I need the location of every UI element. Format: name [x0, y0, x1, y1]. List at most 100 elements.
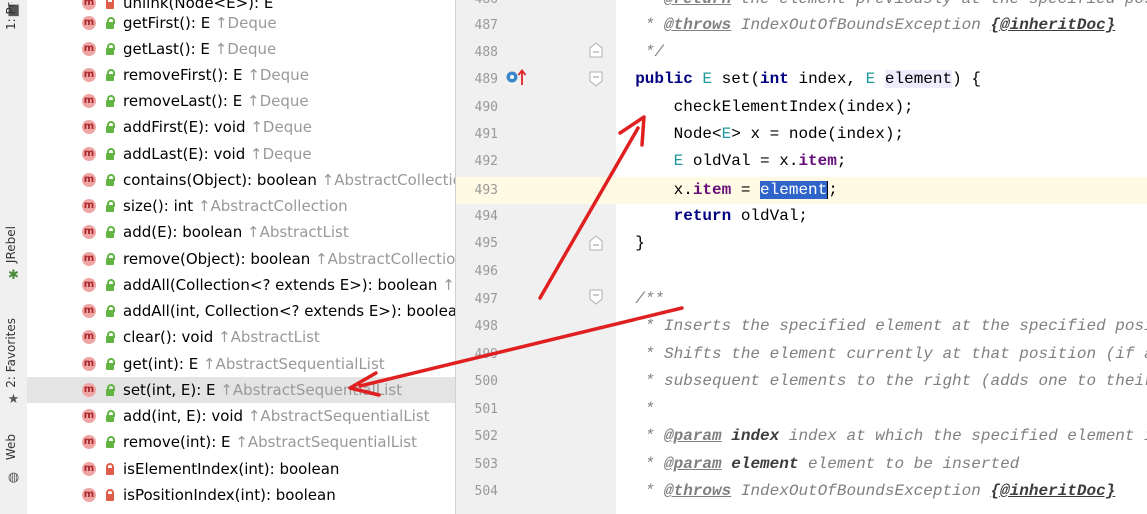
public-lock-icon: [104, 95, 116, 107]
method-icon: m: [82, 120, 96, 134]
private-lock-icon: [104, 489, 116, 501]
inherited-from: ↑Deque: [214, 14, 277, 32]
public-lock-icon: [104, 279, 116, 291]
star-icon: ★: [7, 392, 20, 407]
structure-item[interactable]: m add(E): boolean ↑AbstractList: [27, 219, 455, 245]
structure-item[interactable]: m addAll(int, Collection<? extends E>): b…: [27, 298, 455, 324]
structure-item[interactable]: m contains(Object): boolean ↑AbstractColl…: [27, 167, 455, 193]
web-tool-tab[interactable]: Web: [4, 434, 18, 460]
code-line-492: E oldVal = x.item;: [673, 152, 847, 170]
code-line-490: checkElementIndex(index);: [673, 98, 914, 116]
structure-item[interactable]: m getFirst(): E ↑Deque: [27, 10, 455, 36]
structure-item[interactable]: m addAll(Collection<? extends E>): boolea…: [27, 272, 455, 298]
line-number: 487: [474, 18, 498, 33]
fold-marker-start[interactable]: [589, 71, 603, 87]
code-line-500: * subsequent elements to the right (adds…: [644, 372, 1147, 390]
structure-item-label: set(int, E): E ↑AbstractSequentialList: [123, 381, 402, 399]
code-line-502: * @param index index at which the specif…: [616, 427, 1147, 445]
private-lock-icon: [104, 463, 116, 475]
code-line-495: }: [635, 234, 645, 252]
inherited-from: ↑AbstractSequentialList: [247, 407, 430, 425]
inherited-from: ↑Deque: [247, 92, 309, 110]
public-lock-icon: [104, 69, 116, 81]
structure-item[interactable]: m addLast(E): void ↑Deque: [27, 141, 455, 167]
structure-item[interactable]: m getLast(): E ↑Deque: [27, 36, 455, 62]
fold-marker-end[interactable]: [589, 42, 603, 58]
jrebel-icon: ✱: [8, 268, 19, 283]
override-marker[interactable]: [505, 69, 531, 87]
public-lock-icon: [104, 305, 116, 317]
line-number: 503: [474, 457, 498, 472]
structure-item[interactable]: m get(int): E ↑AbstractSequentialList: [27, 351, 455, 377]
structure-item[interactable]: m remove(int): E ↑AbstractSequentialList: [27, 429, 455, 455]
structure-panel: m unlink(Node<E>): E m getFirst(): E ↑Dequ…: [27, 0, 456, 514]
structure-item-label: addAll(int, Collection<? extends E>): bo…: [123, 302, 456, 320]
structure-item[interactable]: m isElementIndex(int): boolean: [27, 456, 455, 482]
public-lock-icon: [104, 43, 116, 55]
structure-item[interactable]: m addFirst(E): void ↑Deque: [27, 114, 455, 140]
code-line-488: */: [635, 43, 665, 61]
method-icon: m: [82, 357, 96, 371]
inherited-from: ↑Deque: [250, 118, 312, 136]
inherited-from: ↑AbstractList: [218, 328, 320, 346]
code-line-504: * @throws IndexOutOfBoundsException {@in…: [616, 482, 1116, 500]
structure-item[interactable]: m isPositionIndex(int): boolean: [27, 482, 455, 508]
line-number: 490: [474, 100, 498, 115]
inherited-from: ↑AbstractCollection: [315, 250, 456, 268]
method-icon: m: [82, 147, 96, 161]
code-editor[interactable]: * @return the element previously at the …: [616, 0, 1147, 514]
fold-marker-end[interactable]: [589, 235, 603, 251]
public-lock-icon: [104, 174, 116, 186]
method-icon: m: [82, 462, 96, 476]
line-number: 494: [474, 209, 498, 224]
inherited-from: ↑AbstractList: [247, 223, 349, 241]
structure-item[interactable]: m add(int, E): void ↑AbstractSequentialLi…: [27, 403, 455, 429]
structure-item[interactable]: m remove(Object): boolean ↑AbstractCollec…: [27, 246, 455, 272]
tool-window-strip: ▆ 1: Project ✱ JRebel 2: Favorites ★ Web…: [0, 0, 28, 514]
fold-marker-start[interactable]: [589, 289, 603, 305]
inherited-from: ↑AbstractSequentialList: [220, 381, 402, 399]
structure-item-label: addFirst(E): void ↑Deque: [123, 118, 312, 136]
structure-item[interactable]: m clear(): void ↑AbstractList: [27, 324, 455, 350]
structure-item-label: add(int, E): void ↑AbstractSequentialLis…: [123, 407, 430, 425]
jrebel-tool-tab[interactable]: JRebel: [4, 226, 18, 263]
method-icon: m: [82, 252, 96, 266]
inherited-from: ↑AbstractCollection: [197, 197, 348, 215]
public-lock-icon: [104, 384, 116, 396]
public-lock-icon: [104, 331, 116, 343]
code-line-489: public E set(int index, E element) {: [635, 70, 981, 88]
structure-item-label: isElementIndex(int): boolean: [123, 460, 340, 478]
project-tool-tab[interactable]: 1: Project: [4, 2, 18, 30]
method-icon: m: [82, 0, 96, 10]
code-line-498: * Inserts the specified element at the s…: [644, 317, 1147, 335]
inherited-from: ↑Deque: [247, 66, 309, 84]
code-line-497: /**: [635, 290, 665, 308]
public-lock-icon: [104, 358, 116, 370]
line-number: 492: [474, 154, 498, 169]
line-number: 501: [474, 402, 498, 417]
method-icon: m: [82, 304, 96, 318]
method-icon: m: [82, 383, 96, 397]
line-number: 497: [474, 292, 498, 307]
line-number: 491: [474, 127, 498, 142]
line-number: 498: [474, 319, 498, 334]
inherited-from: ↑AbstractCollection: [442, 276, 455, 294]
line-number: 489: [474, 72, 498, 87]
structure-item[interactable]: m removeLast(): E ↑Deque: [27, 88, 455, 114]
public-lock-icon: [104, 121, 116, 133]
public-lock-icon: [104, 226, 116, 238]
line-number: 488: [474, 45, 498, 60]
method-icon: m: [82, 488, 96, 502]
structure-item[interactable]: m size(): int ↑AbstractCollection: [27, 193, 455, 219]
structure-item-label: getLast(): E ↑Deque: [123, 40, 277, 58]
code-line-493: x.item = element;: [616, 177, 1147, 204]
structure-item[interactable]: m set(int, E): E ↑AbstractSequentialList: [27, 377, 455, 403]
favorites-tool-tab[interactable]: 2: Favorites: [4, 318, 18, 388]
code-line-494: return oldVal;: [673, 207, 809, 225]
structure-item-label: getFirst(): E ↑Deque: [123, 14, 277, 32]
method-icon: m: [82, 94, 96, 108]
structure-item-label: contains(Object): boolean ↑AbstractColle…: [123, 167, 455, 193]
method-icon: m: [82, 173, 96, 187]
structure-item[interactable]: m removeFirst(): E ↑Deque: [27, 62, 455, 88]
method-icon: m: [82, 278, 96, 292]
